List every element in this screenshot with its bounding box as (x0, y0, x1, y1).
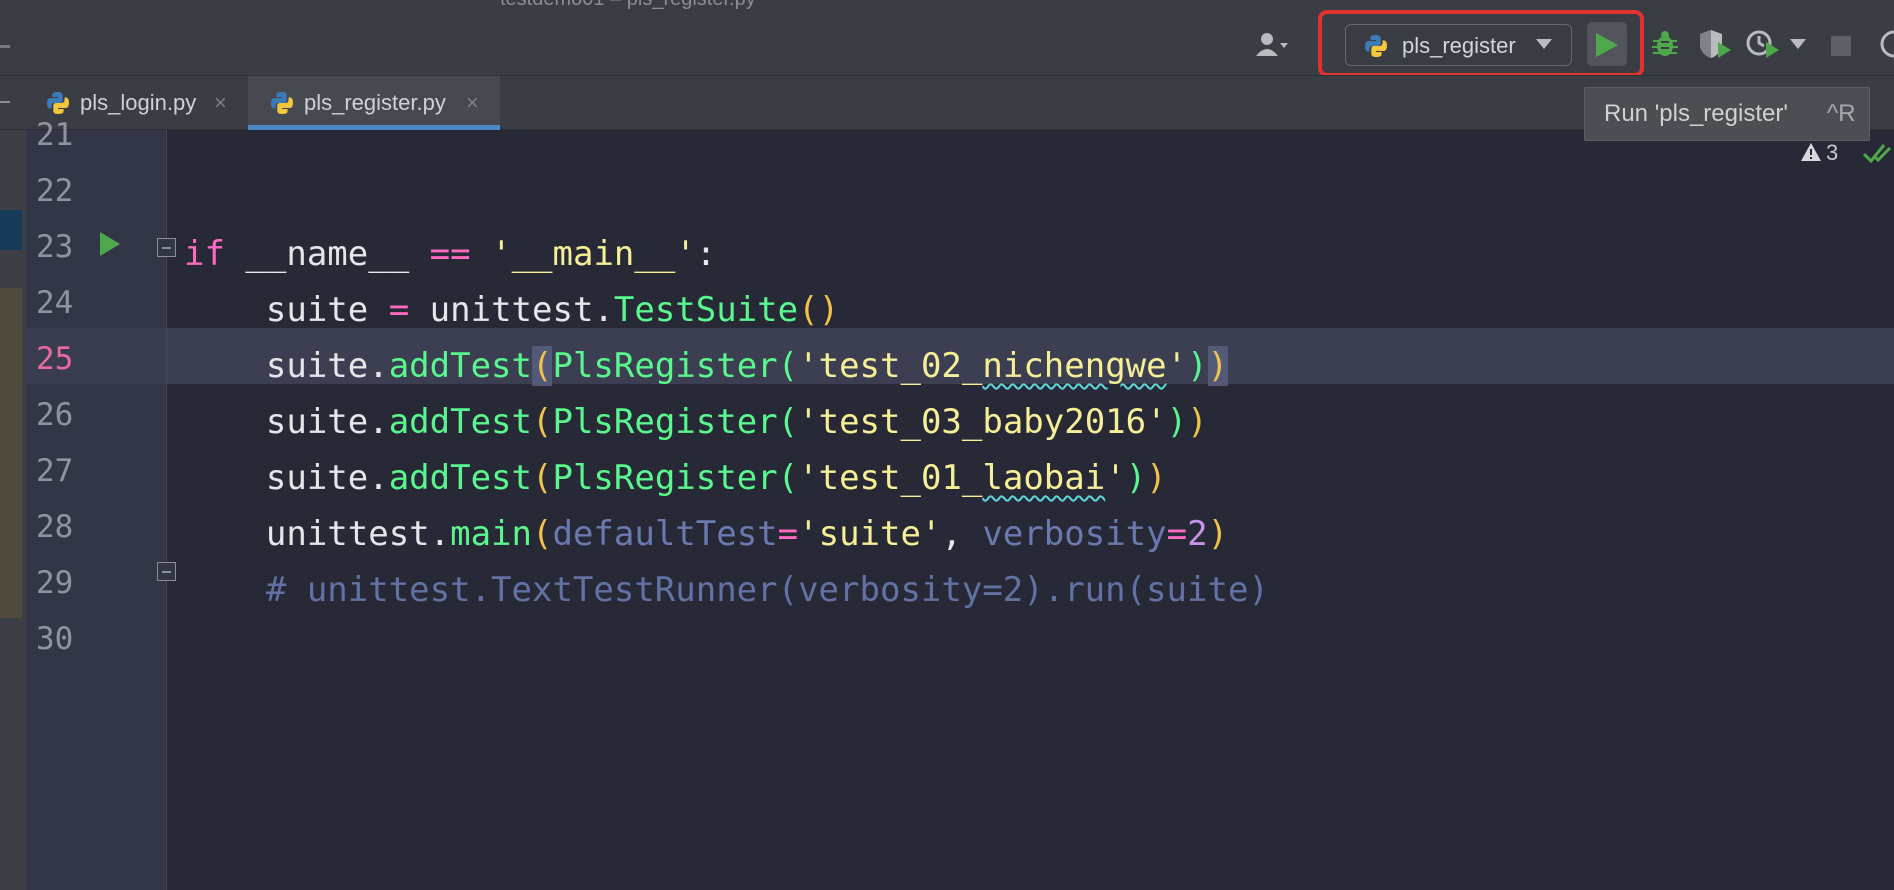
code-line[interactable]: suite = unittest.TestSuite() (184, 290, 839, 330)
chevron-down-icon (1536, 39, 1552, 49)
code-line[interactable]: suite.addTest(PlsRegister('test_01_laoba… (184, 458, 1167, 498)
tab-bar-collapse-mark (0, 101, 10, 103)
python-file-icon (47, 92, 69, 114)
tooltip-shortcut: ^R (1827, 100, 1856, 127)
line-number: 28 (36, 509, 74, 545)
user-icon[interactable] (1256, 30, 1288, 58)
line-number: 27 (36, 453, 74, 489)
run-gutter-icon[interactable] (98, 230, 122, 258)
run-button[interactable] (1587, 22, 1627, 66)
run-icon (1596, 33, 1618, 57)
profile-icon[interactable] (1746, 28, 1780, 60)
close-icon[interactable]: × (214, 90, 227, 116)
fold-icon[interactable] (157, 238, 176, 257)
stop-icon[interactable] (1830, 35, 1852, 57)
line-number-current: 25 (36, 341, 74, 377)
run-configuration-dropdown[interactable]: pls_register (1345, 24, 1572, 66)
main-toolbar: testdemo01 – pls_register.py pls_registe… (0, 0, 1894, 77)
line-number: 24 (36, 285, 74, 321)
highlight-row-marker (0, 288, 22, 618)
tab-pls-register[interactable]: pls_register.py × (248, 76, 500, 130)
code-line[interactable]: suite.addTest(PlsRegister('test_02_niche… (184, 346, 1229, 386)
close-icon[interactable]: × (466, 90, 479, 116)
line-number: 21 (36, 117, 74, 153)
code-line[interactable]: # unittest.TextTestRunner(verbosity=2).r… (184, 570, 1269, 610)
warning-count: 3 (1826, 140, 1839, 165)
search-icon[interactable] (1872, 28, 1894, 60)
run-config-label: pls_register (1402, 33, 1516, 58)
code-editor[interactable]: 3 21 22 23 24 25 26 27 28 29 30 if __nam… (0, 117, 1894, 890)
run-tooltip: Run 'pls_register' ^R (1584, 87, 1870, 141)
window-title: testdemo01 – pls_register.py (500, 0, 756, 11)
code-line[interactable]: unittest.main(defaultTest='suite', verbo… (184, 514, 1228, 554)
debug-icon[interactable] (1650, 28, 1680, 60)
python-file-icon (271, 92, 293, 114)
python-icon (1365, 35, 1387, 57)
line-number: 26 (36, 397, 74, 433)
line-number: 29 (36, 565, 74, 601)
code-line[interactable]: suite.addTest(PlsRegister('test_03_baby2… (184, 402, 1208, 442)
check-icon (1862, 144, 1892, 164)
line-number: 22 (36, 173, 74, 209)
tab-label: pls_register.py (304, 90, 446, 115)
tab-label: pls_login.py (80, 90, 197, 115)
selected-row-marker (0, 210, 22, 250)
fold-end-icon[interactable] (157, 562, 176, 581)
line-number: 23 (36, 229, 74, 265)
code-line[interactable]: if __name__ == '__main__': (184, 234, 716, 274)
coverage-icon[interactable] (1698, 28, 1732, 60)
tooltip-text: Run 'pls_register' (1604, 100, 1788, 127)
toolbar-collapse-mark (0, 45, 10, 48)
line-number: 30 (36, 621, 74, 657)
warning-icon (1801, 143, 1821, 161)
chevron-down-icon[interactable] (1790, 38, 1806, 50)
